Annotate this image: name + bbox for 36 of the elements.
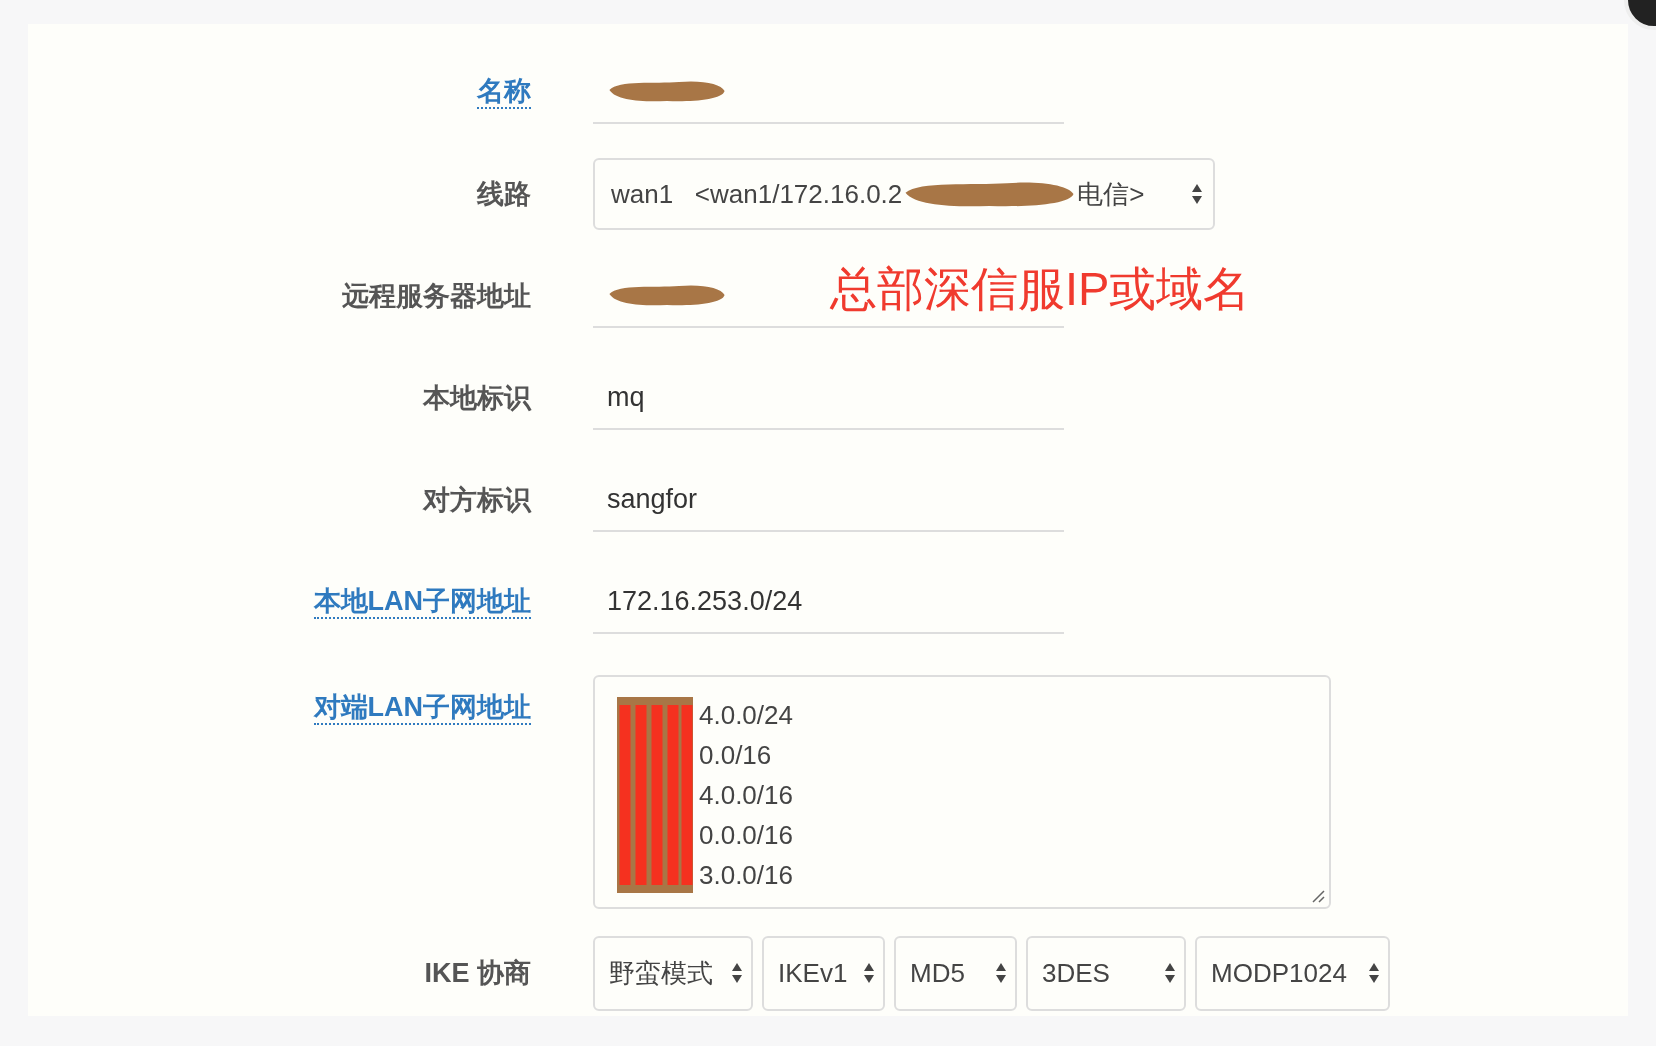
input-field[interactable]: sangfor: [593, 468, 1064, 532]
subnet-line: 4.0.0/24: [699, 699, 793, 732]
field-label: 本地LAN子网地址: [313, 584, 531, 620]
field-label: 本地标识: [423, 381, 531, 415]
field-label: 线路: [477, 177, 531, 211]
field-label: 对端LAN子网地址: [313, 691, 531, 726]
option-select[interactable]: 3DES: [1026, 935, 1186, 1011]
subnet-line: 0.0/16: [699, 739, 773, 772]
field-label: 名称: [477, 74, 531, 110]
updown-arrows-icon: [1191, 182, 1203, 206]
select-value: 电信>: [1077, 177, 1145, 211]
field-label: 远程服务器地址: [342, 279, 531, 313]
field-label: IKE 协商: [424, 956, 531, 990]
resize-handle-icon[interactable]: [1311, 889, 1325, 903]
updown-arrows-icon: [731, 961, 743, 985]
input-field[interactable]: 172.16.253.0/24: [593, 570, 1064, 634]
annotation-text: 总部深信服IP或域名: [830, 261, 1251, 317]
input-field[interactable]: mq: [593, 366, 1064, 430]
subnet-line: 0.0.0/16: [699, 819, 793, 852]
option-select[interactable]: 野蛮模式: [593, 935, 753, 1011]
field-value: 172.16.253.0/24: [607, 584, 803, 618]
field-value: sangfor: [607, 482, 698, 516]
updown-arrows-icon: [995, 961, 1007, 985]
updown-arrows-icon: [863, 961, 875, 985]
subnet-line: 4.0.0/16: [699, 779, 793, 812]
option-select[interactable]: IKEv1: [762, 935, 885, 1011]
updown-arrows-icon: [1368, 961, 1380, 985]
field-label: 对方标识: [423, 483, 531, 517]
field-value: mq: [607, 380, 645, 414]
updown-arrows-icon: [1164, 961, 1176, 985]
line-select[interactable]: wan1 <wan1/172.16.0.2 电信>: [593, 158, 1215, 230]
text-area[interactable]: 4.0.0/24 0.0/16 4.0.0/16 0.0.0/16 3.0.0/16: [593, 675, 1331, 909]
option-select[interactable]: MODP1024: [1195, 935, 1390, 1011]
subnet-line: 3.0.0/16: [699, 859, 793, 892]
select-value: wan1 <wan1/172.16.0.2: [611, 177, 903, 211]
option-select[interactable]: MD5: [894, 935, 1017, 1011]
